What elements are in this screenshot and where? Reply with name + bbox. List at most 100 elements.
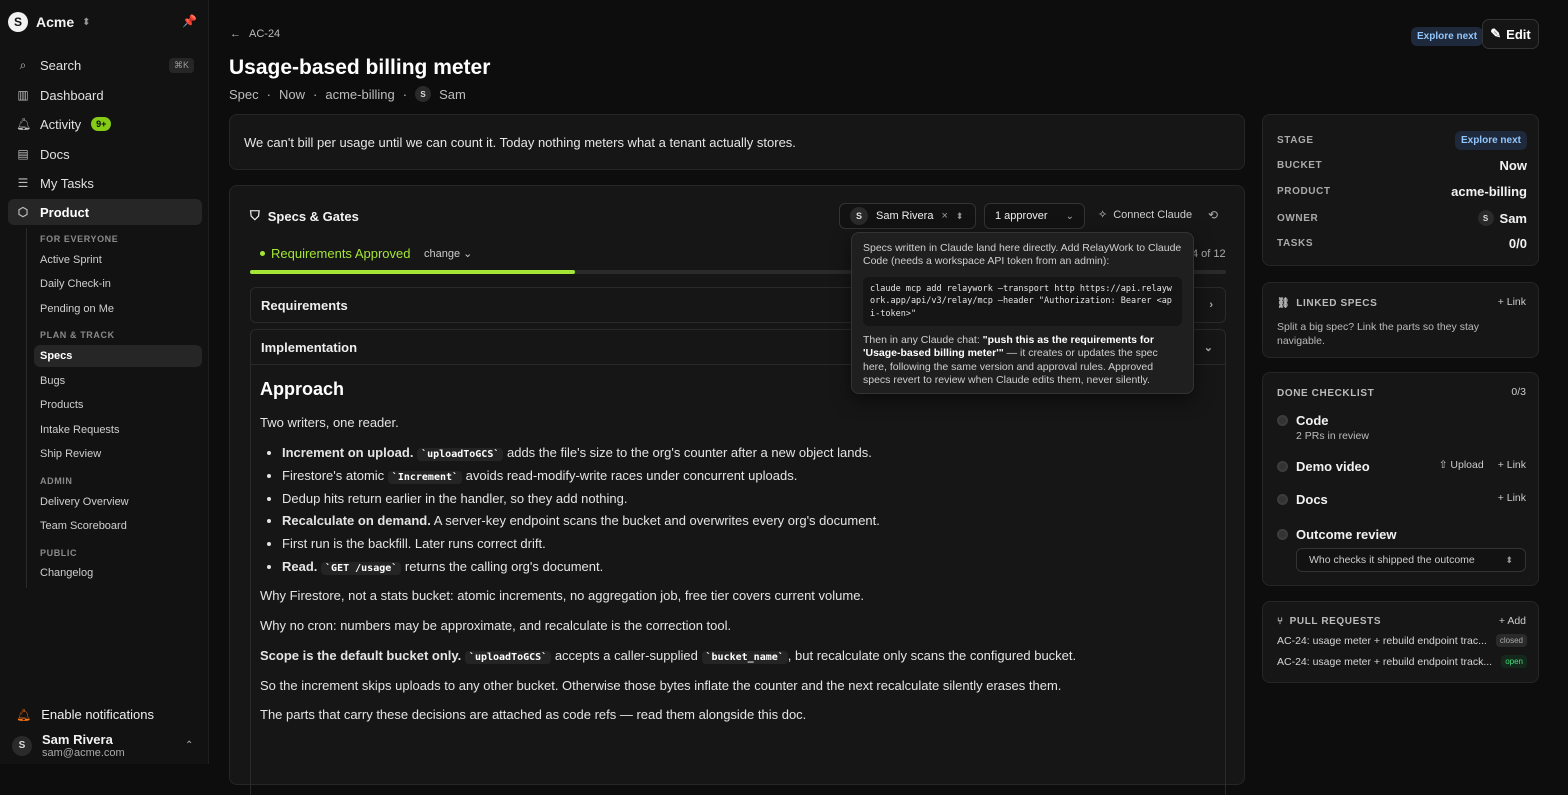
inline-code: `GET /usage`	[321, 562, 402, 576]
doc-list: Increment on upload. `uploadToGCS` adds …	[282, 444, 1220, 577]
inline-code: `Increment`	[387, 470, 463, 484]
chevron-updown-icon: ⬍	[955, 210, 964, 221]
sparkle-icon: ✧	[1098, 209, 1108, 221]
subnav-bugs[interactable]: Bugs	[34, 370, 202, 392]
paragraph-text: accepts a caller-supplied	[551, 647, 702, 663]
subnav-delivery[interactable]: Delivery Overview	[34, 491, 202, 513]
nav-docs[interactable]: ▤ Docs	[8, 141, 202, 167]
checklist-label: Docs	[1296, 492, 1328, 507]
progress-fill	[250, 270, 575, 274]
property-bucket[interactable]: BUCKET Now	[1277, 158, 1527, 173]
pull-requests-card: ⑂ PULL REQUESTS + Add AC-24: usage meter …	[1262, 601, 1539, 683]
pin-icon[interactable]: 📌	[182, 14, 197, 28]
problem-statement: We can't bill per usage until we can cou…	[229, 114, 1245, 170]
avatar: S	[415, 86, 432, 102]
owner-select[interactable]: S Sam Rivera × ⬍	[839, 203, 976, 229]
upload-button[interactable]: ⇧ Upload	[1439, 459, 1484, 471]
list-text: avoids read-modify-write races under con…	[462, 467, 798, 483]
inline-code: `bucket_name`	[701, 650, 788, 664]
stage-badge[interactable]: Explore next	[1454, 131, 1527, 150]
subnav-scoreboard[interactable]: Team Scoreboard	[34, 515, 202, 537]
link-button[interactable]: + Link	[1498, 492, 1526, 504]
connect-claude-label: Connect Claude	[1113, 208, 1193, 221]
inline-code: `uploadToGCS`	[417, 447, 504, 461]
approver-label: 1 approver	[995, 210, 1048, 222]
check-circle-icon[interactable]	[1277, 415, 1288, 426]
chevron-down-icon: ⌄	[1065, 210, 1074, 222]
connect-claude-button[interactable]: ✧ Connect Claude	[1098, 208, 1193, 222]
checklist-item-code[interactable]: Code	[1277, 413, 1527, 428]
subnav-intake[interactable]: Intake Requests	[34, 419, 202, 441]
property-product[interactable]: PRODUCT acme-billing	[1277, 184, 1527, 199]
user-email: sam@acme.com	[42, 747, 125, 759]
specs-title-label: Specs & Gates	[267, 208, 359, 224]
avatar: S	[12, 735, 32, 756]
linked-specs-desc: Split a big spec? Link the parts so they…	[1277, 321, 1479, 347]
breadcrumb[interactable]: ← AC-24	[230, 28, 280, 40]
nav-my-tasks-label: My Tasks	[40, 175, 94, 191]
property-stage: STAGE Explore next	[1277, 131, 1527, 150]
list-text: adds the file's size to the org's counte…	[503, 444, 872, 460]
property-owner[interactable]: OWNER S Sam	[1277, 210, 1527, 226]
pr-row[interactable]: AC-24: usage meter + rebuild endpoint tr…	[1277, 655, 1527, 668]
doc-paragraph: Two writers, one reader.	[260, 415, 399, 431]
subnav-products[interactable]: Products	[34, 394, 202, 416]
bold-text: Increment on upload.	[282, 444, 414, 460]
close-icon[interactable]: ×	[941, 210, 947, 222]
nav-dashboard-label: Dashboard	[40, 87, 104, 103]
add-link-button[interactable]: + Link	[1498, 296, 1526, 308]
chevron-up-icon[interactable]: ⌃	[185, 740, 193, 751]
nav-search[interactable]: ⌕ Search ⌘K	[8, 52, 202, 78]
implementation-doc: Approach Two writers, one reader. Increm…	[260, 376, 1220, 736]
subnav-pending[interactable]: Pending on Me	[34, 298, 202, 320]
edit-button[interactable]: ✎ Edit	[1482, 19, 1539, 49]
user-menu[interactable]: S Sam Rivera sam@acme.com	[12, 732, 125, 759]
subnav-active-sprint[interactable]: Active Sprint	[34, 249, 202, 271]
property-label: STAGE	[1277, 135, 1314, 146]
tab-label: Requirements Approved	[271, 246, 411, 261]
property-tasks: TASKS 0/0	[1277, 236, 1527, 251]
outcome-reviewer-select[interactable]: Who checks it shipped the outcome ⬍	[1296, 548, 1526, 572]
shortcut-badge: ⌘K	[168, 57, 194, 73]
nav-dashboard[interactable]: ▥ Dashboard	[8, 82, 202, 108]
nav-product[interactable]: ⬡ Product	[8, 199, 202, 225]
history-icon[interactable]: ⟲	[1208, 208, 1218, 222]
list-text: A server-key endpoint scans the bucket a…	[430, 513, 880, 529]
subnav-changelog[interactable]: Changelog	[34, 562, 202, 584]
property-value: Sam	[1499, 210, 1527, 226]
list-item: Recalculate on demand. A server-key endp…	[282, 512, 1220, 531]
subnav-ship-review[interactable]: Ship Review	[34, 443, 202, 465]
check-circle-icon[interactable]	[1277, 494, 1288, 505]
implementation-label: Implementation	[261, 339, 358, 355]
tab-requirements-approved[interactable]: Requirements Approved	[260, 246, 410, 261]
check-circle-icon[interactable]	[1277, 461, 1288, 472]
subnav-specs[interactable]: Specs	[34, 345, 202, 367]
search-icon: ⌕	[19, 57, 27, 72]
checklist-item-docs[interactable]: Docs	[1277, 492, 1527, 507]
property-label: OWNER	[1277, 212, 1319, 224]
check-circle-icon[interactable]	[1277, 529, 1288, 540]
doc-paragraph: Why Firestore, not a stats bucket: atomi…	[260, 588, 865, 603]
page-title: Usage-based billing meter	[229, 56, 491, 79]
workspace-switcher[interactable]: S Acme ⬍	[8, 12, 91, 32]
approver-select[interactable]: 1 approver ⌄	[984, 203, 1085, 229]
change-dropdown[interactable]: change ⌄	[424, 247, 472, 260]
subnav-daily-checkin[interactable]: Daily Check-in	[34, 273, 202, 295]
list-item: Firestore's atomic `Increment` avoids re…	[282, 467, 1220, 486]
enable-notifications[interactable]: 🔔︎ Enable notifications	[16, 707, 154, 722]
meta-bucket: Now	[278, 86, 305, 102]
arrow-left-icon: ←	[230, 28, 241, 40]
nav-activity[interactable]: 🔔︎ Activity 9+	[8, 111, 202, 137]
add-pr-button[interactable]: + Add	[1499, 615, 1526, 627]
card-title: LINKED SPECS	[1296, 298, 1378, 309]
pull-requests-header: ⑂ PULL REQUESTS	[1277, 616, 1381, 627]
pr-row[interactable]: AC-24: usage meter + rebuild endpoint tr…	[1277, 634, 1527, 647]
property-label: BUCKET	[1277, 160, 1323, 171]
command-snippet[interactable]: claude mcp add relaywork —transport http…	[863, 276, 1182, 326]
linked-specs-card: ⛓ LINKED SPECS + Link Split a big spec? L…	[1262, 282, 1539, 358]
chevron-updown-icon: ⬍	[1505, 554, 1513, 565]
bold-text: Read.	[282, 559, 318, 575]
nav-my-tasks[interactable]: ☰ My Tasks	[8, 170, 202, 196]
link-button[interactable]: + Link	[1498, 459, 1526, 471]
checklist-item-outcome[interactable]: Outcome review	[1277, 527, 1527, 542]
